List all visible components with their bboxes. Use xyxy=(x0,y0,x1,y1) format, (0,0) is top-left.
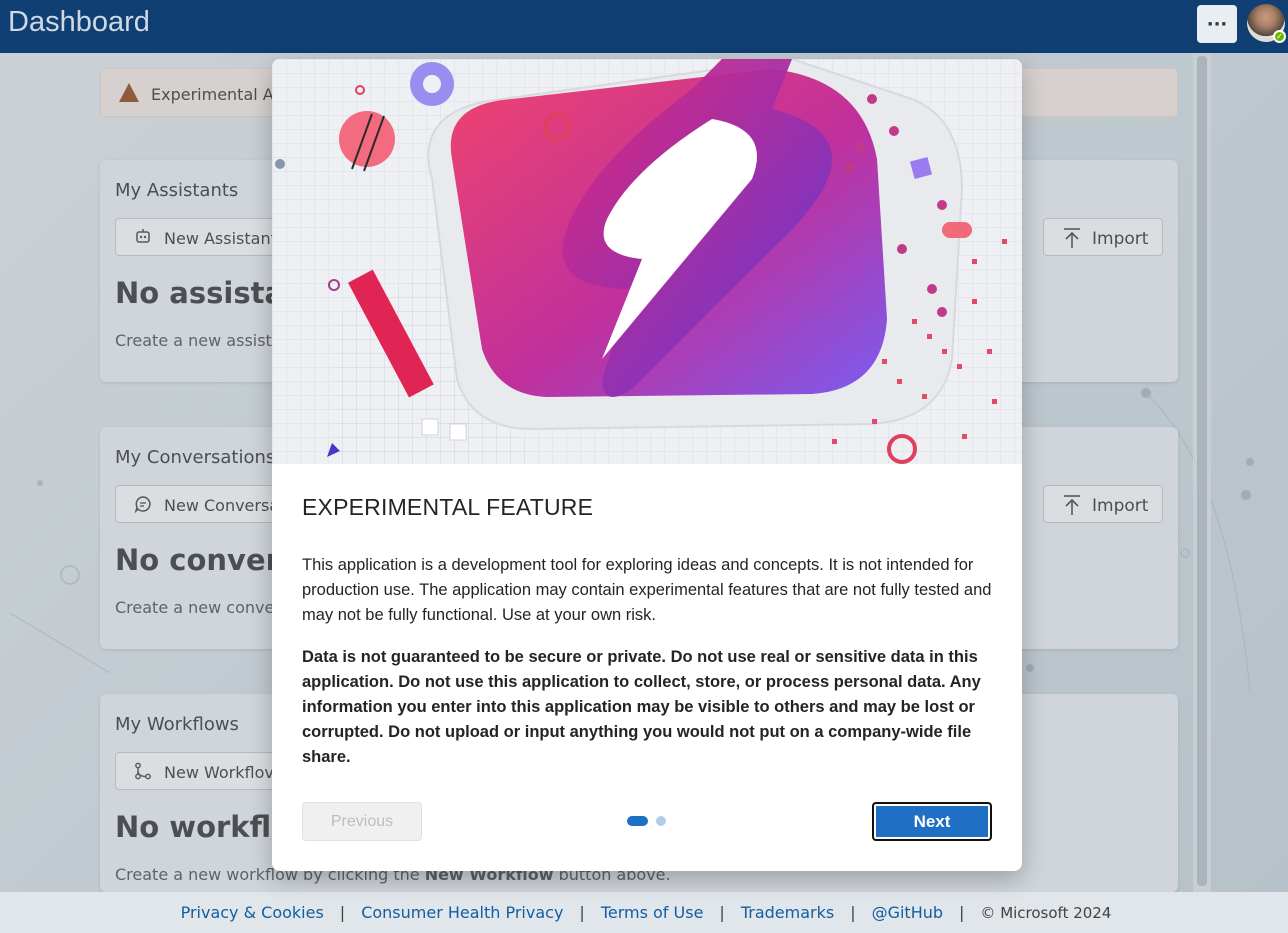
lightning-bolt-illustration xyxy=(272,59,1022,464)
dialog-title: EXPERIMENTAL FEATURE xyxy=(302,494,594,520)
footer-link-health-privacy[interactable]: Consumer Health Privacy xyxy=(361,903,563,922)
footer-separator: | xyxy=(959,903,965,922)
footer-link-privacy[interactable]: Privacy & Cookies xyxy=(181,903,324,922)
experimental-feature-dialog: EXPERIMENTAL FEATURE This application is… xyxy=(272,59,1022,871)
dialog-description: This application is a development tool f… xyxy=(302,556,992,624)
page-indicator-inactive[interactable] xyxy=(656,816,666,826)
footer-separator: | xyxy=(579,903,585,922)
previous-button[interactable]: Previous xyxy=(302,802,422,841)
presence-available-icon: ✓ xyxy=(1273,30,1286,43)
copyright-text: © Microsoft 2024 xyxy=(980,903,1112,922)
footer-separator: | xyxy=(719,903,725,922)
footer: Privacy & Cookies | Consumer Health Priv… xyxy=(0,892,1288,933)
app-header: Dashboard ··· ✓ xyxy=(0,0,1288,53)
page-indicator-active[interactable] xyxy=(627,816,648,826)
footer-separator: | xyxy=(339,903,346,922)
hero-illustration xyxy=(272,59,1022,464)
footer-separator: | xyxy=(850,903,856,922)
more-options-button[interactable]: ··· xyxy=(1197,5,1237,43)
footer-link-trademarks[interactable]: Trademarks xyxy=(741,903,834,922)
dialog-warning-text: Data is not guaranteed to be secure or p… xyxy=(302,648,981,766)
footer-link-terms[interactable]: Terms of Use xyxy=(601,903,704,922)
next-button[interactable]: Next xyxy=(872,802,992,841)
page-title: Dashboard xyxy=(8,6,150,38)
footer-link-github[interactable]: @GitHub xyxy=(872,903,943,922)
